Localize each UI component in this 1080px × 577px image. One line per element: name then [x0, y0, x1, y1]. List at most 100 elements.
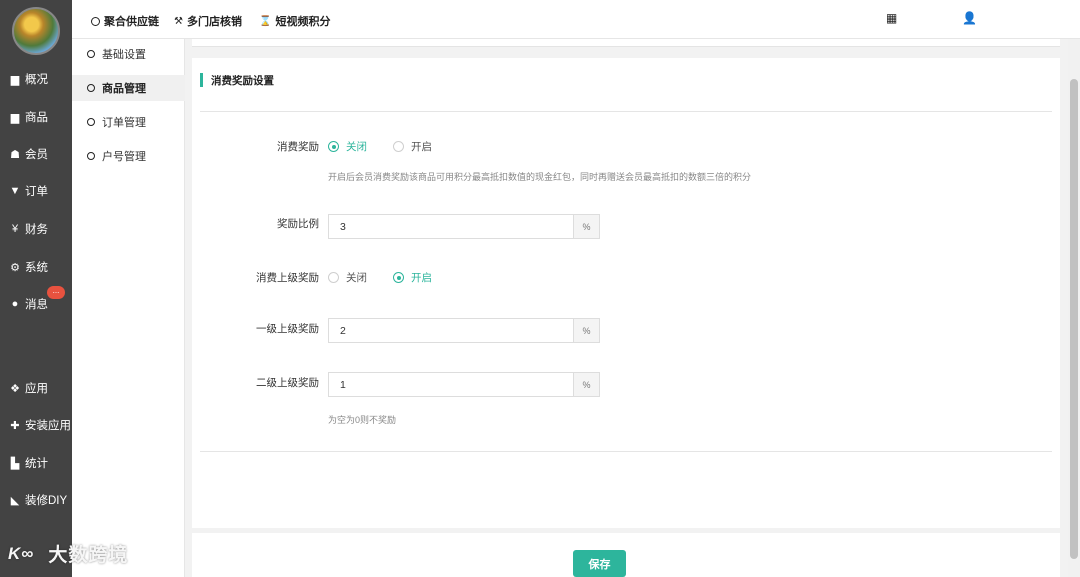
submenu-item-goods-management[interactable]: 商品管理	[72, 75, 185, 101]
consume-reward-help: 开启后会员消费奖励该商品可用积分最高抵扣数值的现金红包，同时再赠送会员最高抵扣的…	[328, 172, 752, 182]
sidebar-item-system[interactable]: ⚙ 系统	[0, 253, 72, 281]
percent-addon: %	[573, 319, 599, 342]
chat-icon: ●	[11, 298, 19, 310]
sidebar-item-label: 订单	[25, 186, 48, 198]
user-icon[interactable]: 👤	[962, 11, 977, 25]
accent-bar	[200, 73, 203, 87]
sidebar-item-goods[interactable]: ▆ 商品	[0, 103, 72, 131]
scrollbar[interactable]	[1068, 39, 1080, 577]
hammer-icon: ◣	[10, 494, 20, 507]
apps-icon: ❖	[10, 382, 20, 395]
sidebar-item-label: 安装应用	[25, 420, 71, 432]
message-badge: ...	[47, 286, 65, 299]
footer-bar	[192, 533, 1060, 577]
level1-reward-group: %	[328, 318, 600, 343]
panel-title: 消费奖励设置	[211, 74, 274, 87]
radio-label: 开启	[411, 272, 432, 284]
radio-dot	[393, 272, 404, 283]
top-tab-short-video[interactable]: ⌛ 短视频积分	[259, 13, 330, 29]
overview-icon: ▆	[10, 73, 20, 86]
upline-reward-on-radio[interactable]: 开启	[393, 270, 432, 285]
percent-addon: %	[573, 215, 599, 238]
members-icon: ☗	[10, 148, 20, 161]
sidebar-item-label: 概况	[25, 74, 48, 86]
circle-icon	[87, 152, 95, 160]
sidebar-item-label: 系统	[25, 262, 48, 274]
top-tab-supply-chain[interactable]: 聚合供应链	[91, 13, 159, 29]
level1-reward-label: 一级上级奖励	[256, 323, 319, 335]
sidebar-item-orders[interactable]: ▼ 订单	[0, 177, 72, 205]
top-tab-label: 多门店核销	[186, 16, 242, 28]
level1-reward-input[interactable]	[329, 319, 573, 342]
reward-ratio-input[interactable]	[329, 215, 573, 238]
level2-reward-help: 为空为0则不奖励	[328, 415, 397, 425]
circle-icon	[87, 84, 95, 92]
consume-reward-on-radio[interactable]: 开启	[393, 139, 432, 154]
top-tab-multi-store[interactable]: ⚒ 多门店核销	[174, 13, 242, 29]
sidebar-item-stats[interactable]: ▙ 统计	[0, 449, 72, 477]
reward-settings-panel: 消费奖励设置 消费奖励 关闭 开启 开启后会员消费奖励该商品可用积分最高抵扣数值…	[192, 58, 1060, 528]
sidebar-item-label: 装修DIY	[25, 495, 68, 507]
grid-icon[interactable]: ▦	[886, 11, 897, 25]
sidebar-item-members[interactable]: ☗ 会员	[0, 140, 72, 168]
secondary-menu: 基础设置 商品管理 订单管理 户号管理	[72, 39, 185, 577]
previous-panel-edge	[192, 39, 1060, 47]
circle-icon	[87, 118, 95, 126]
submenu-item-label: 订单管理	[102, 117, 146, 129]
puzzle-icon: ✚	[10, 419, 20, 432]
sidebar-item-install-apps[interactable]: ✚ 安装应用	[0, 411, 72, 439]
gears-icon: ⚙	[10, 261, 20, 274]
sidebar-item-label: 统计	[25, 458, 48, 470]
avatar[interactable]	[12, 7, 60, 55]
upline-reward-off-radio[interactable]: 关闭	[328, 270, 367, 285]
radio-label: 关闭	[346, 272, 367, 284]
radio-label: 关闭	[346, 141, 367, 153]
submenu-item-basic-settings[interactable]: 基础设置	[72, 41, 185, 67]
watermark-logo: K∞	[8, 543, 35, 563]
level2-reward-group: %	[328, 372, 600, 397]
sidebar-item-apps[interactable]: ❖ 应用	[0, 374, 72, 402]
yen-icon: ¥	[11, 223, 19, 235]
bar-chart-icon: ▙	[10, 457, 20, 470]
panel-header: 消费奖励设置	[200, 72, 274, 88]
save-button[interactable]: 保存	[573, 550, 626, 577]
circle-icon	[87, 50, 95, 58]
submenu-item-account-management[interactable]: 户号管理	[72, 143, 185, 169]
watermark: K∞ 大数跨境	[8, 540, 128, 567]
sidebar-item-label: 商品	[25, 112, 48, 124]
consume-reward-label: 消费奖励	[277, 141, 319, 153]
sidebar-item-label: 应用	[25, 383, 48, 395]
percent-addon: %	[573, 373, 599, 396]
hourglass-icon: ⌛	[259, 15, 272, 27]
circle-icon	[91, 16, 100, 26]
radio-dot	[393, 141, 404, 152]
radio-dot	[328, 141, 339, 152]
level2-reward-input[interactable]	[329, 373, 573, 396]
divider	[200, 111, 1052, 112]
main-sidebar: ▆ 概况 ▆ 商品 ☗ 会员 ▼ 订单 ¥ 财务 ⚙ 系统 ● 消息 ... ❖…	[0, 0, 72, 577]
sidebar-item-diy[interactable]: ◣ 装修DIY	[0, 486, 72, 514]
radio-label: 开启	[411, 141, 432, 153]
gavel-icon: ⚒	[174, 15, 183, 27]
upline-reward-label: 消费上级奖励	[256, 272, 319, 284]
radio-dot	[328, 272, 339, 283]
scrollbar-thumb[interactable]	[1070, 79, 1078, 559]
sidebar-item-finance[interactable]: ¥ 财务	[0, 215, 72, 243]
goods-icon: ▆	[10, 111, 20, 124]
submenu-item-order-management[interactable]: 订单管理	[72, 109, 185, 135]
cart-icon: ▼	[9, 185, 21, 197]
submenu-item-label: 基础设置	[102, 49, 146, 61]
level2-reward-label: 二级上级奖励	[256, 377, 319, 389]
consume-reward-off-radio[interactable]: 关闭	[328, 139, 367, 154]
content-area: 消费奖励设置 消费奖励 关闭 开启 开启后会员消费奖励该商品可用积分最高抵扣数值…	[185, 39, 1068, 577]
submenu-item-label: 商品管理	[102, 83, 146, 95]
sidebar-item-label: 财务	[25, 224, 48, 236]
sidebar-item-label: 消息	[25, 299, 48, 311]
top-tab-label: 聚合供应链	[104, 16, 159, 28]
sidebar-item-overview[interactable]: ▆ 概况	[0, 65, 72, 93]
watermark-text: 大数跨境	[48, 545, 129, 566]
submenu-item-label: 户号管理	[102, 151, 146, 163]
divider	[200, 451, 1052, 452]
sidebar-item-label: 会员	[25, 149, 48, 161]
reward-ratio-group: %	[328, 214, 600, 239]
